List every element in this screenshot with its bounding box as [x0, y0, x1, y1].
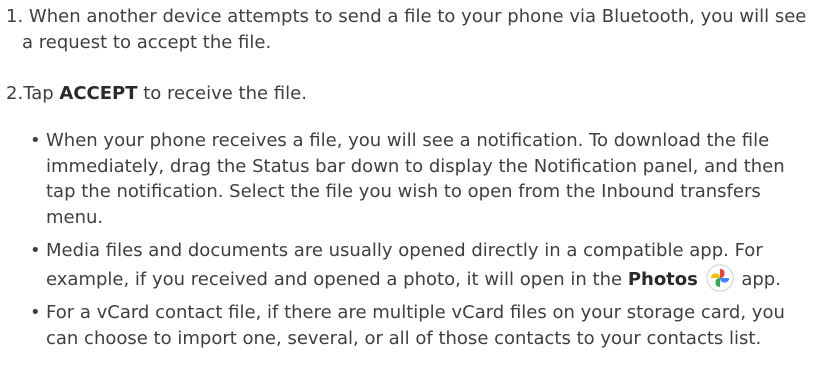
step-1-number: 1. — [6, 6, 24, 27]
bullet-marker: • — [30, 130, 41, 151]
bullet-marker: • — [30, 240, 41, 261]
bullet-text: When your phone receives a file, you wil… — [46, 130, 785, 228]
step-1: 1. When another device attempts to send … — [6, 4, 815, 55]
photos-label: Photos — [627, 268, 698, 290]
bullet-item-media-files: • Media files and documents are usually … — [30, 238, 810, 292]
accept-label: ACCEPT — [59, 83, 138, 104]
bullet-text-post: app. — [735, 268, 781, 290]
bullet-text: For a vCard contact file, if there are m… — [46, 302, 785, 349]
step-2-bullet-list: • When your phone receives a file, you w… — [30, 128, 810, 359]
bullet-marker: • — [30, 302, 41, 323]
step-2-number: 2. — [6, 83, 24, 104]
photos-pinwheel-icon — [705, 263, 734, 292]
bullet-item-vcard: • For a vCard contact file, if there are… — [30, 300, 810, 351]
step-2-text-pre: Tap — [23, 83, 60, 104]
step-2-text-post: to receive the file. — [137, 83, 307, 104]
step-1-text: When another device attempts to send a f… — [22, 6, 807, 53]
help-document: 1. When another device attempts to send … — [0, 0, 815, 384]
step-2: 2.Tap ACCEPT to receive the file. — [6, 81, 815, 107]
bullet-item-notification: • When your phone receives a file, you w… — [30, 128, 810, 230]
